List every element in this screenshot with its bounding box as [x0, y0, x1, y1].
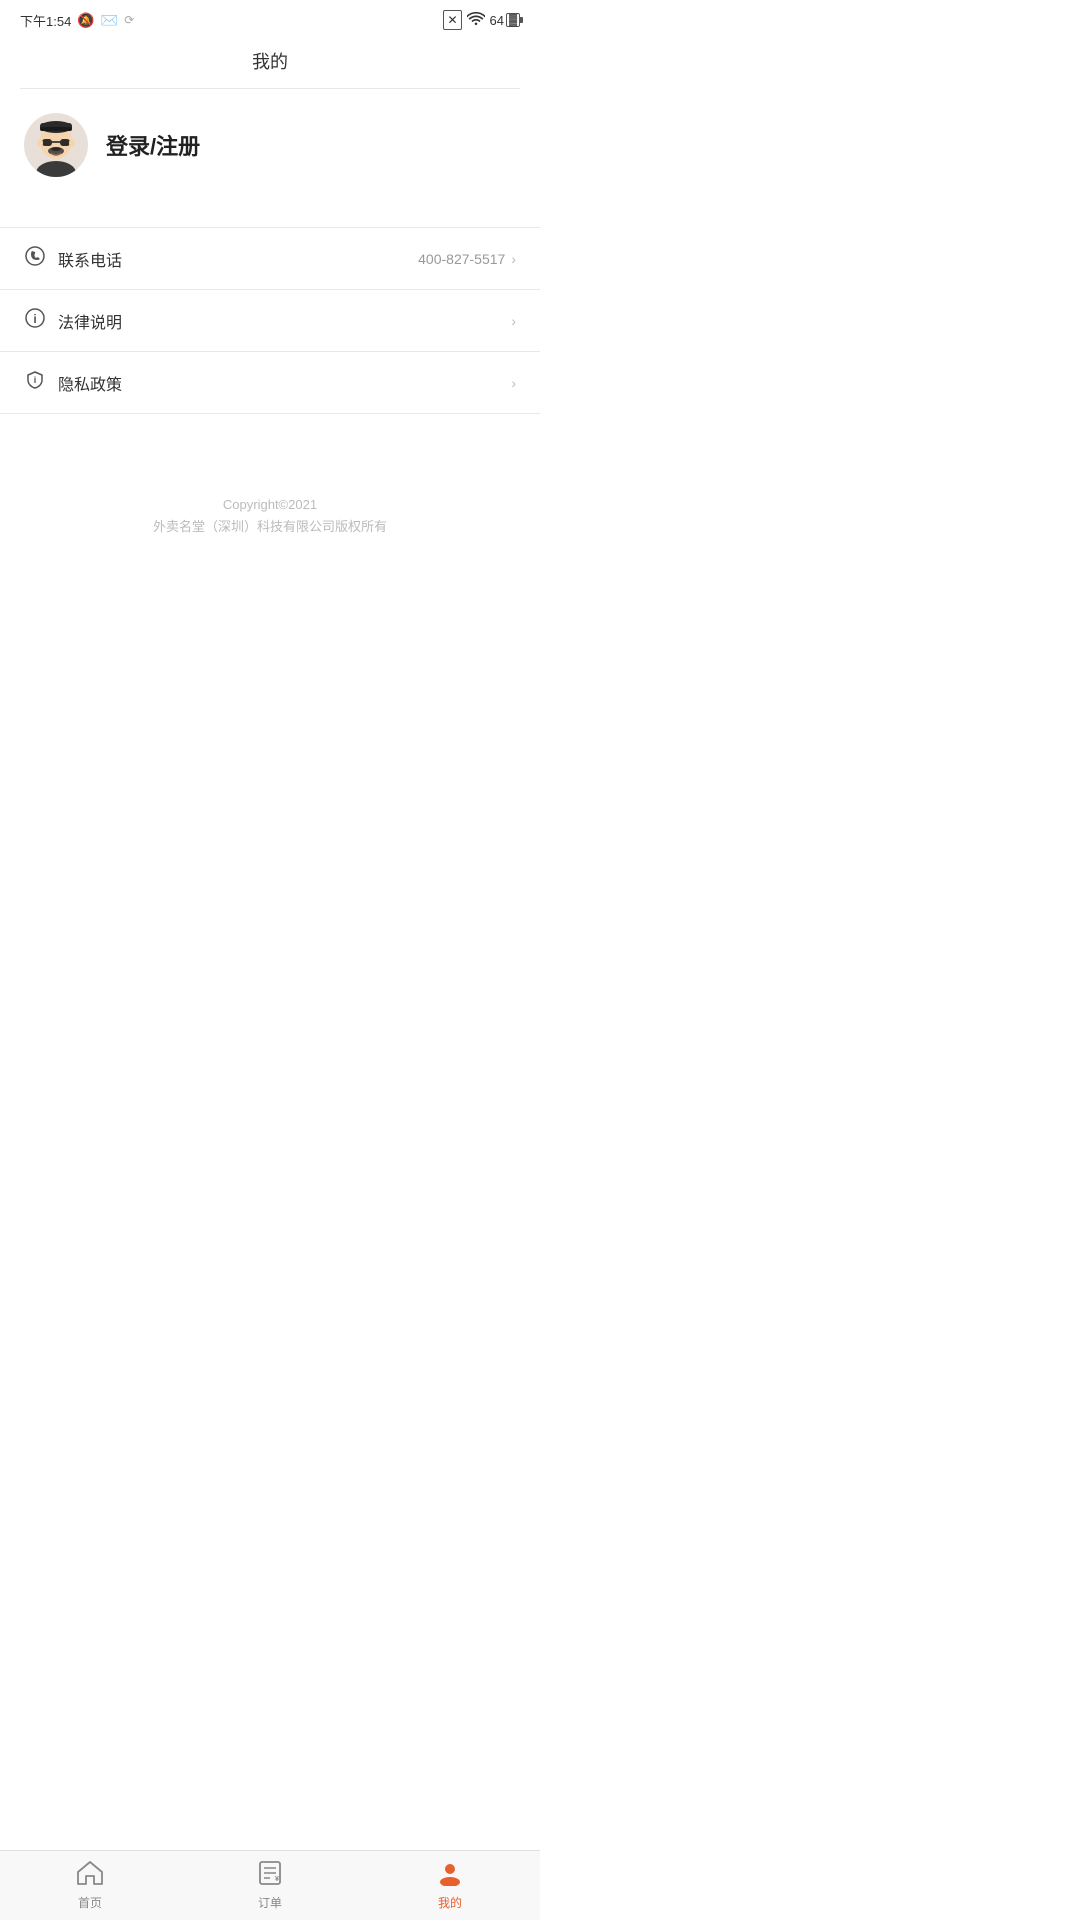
phone-value: 400-827-5517 [418, 251, 505, 267]
privacy-icon: i [24, 370, 46, 395]
menu-list: 联系电话 400-827-5517 › i 法律说明 › [0, 227, 540, 414]
svg-text:i: i [33, 312, 36, 326]
svg-text:i: i [34, 375, 37, 385]
svg-text:¥: ¥ [275, 1876, 279, 1883]
privacy-label: 隐私政策 [58, 371, 122, 395]
menu-item-legal[interactable]: i 法律说明 › [0, 290, 540, 352]
legal-icon: i [24, 308, 46, 333]
legal-label: 法律说明 [58, 309, 122, 333]
page-title: 我的 [0, 36, 540, 88]
profile-section[interactable]: 登录/注册 [0, 89, 540, 207]
wifi-icon [467, 12, 485, 29]
tab-home-label: 首页 [78, 1894, 102, 1911]
phone-label: 联系电话 [58, 247, 122, 271]
tab-order-label: 订单 [258, 1894, 282, 1911]
footer-line2: 外卖名堂（深圳）科技有限公司版权所有 [0, 516, 540, 538]
status-bar: 下午1:54 🔕 ✉️ ⟳ ✕ 64 ▓ [0, 0, 540, 36]
close-icon: ✕ [443, 10, 461, 30]
time-display: 下午1:54 [20, 11, 71, 30]
battery-display: 64 ▓ [490, 13, 521, 28]
mute-icon: 🔕 [77, 12, 94, 29]
menu-item-phone[interactable]: 联系电话 400-827-5517 › [0, 227, 540, 290]
tab-order[interactable]: ¥ 订单 [180, 1860, 360, 1911]
phone-chevron: › [511, 251, 516, 267]
notification-icon: ✉️ [101, 12, 118, 29]
home-icon [76, 1860, 104, 1890]
privacy-chevron: › [511, 375, 516, 391]
sync-icon: ⟳ [124, 13, 134, 27]
menu-item-privacy[interactable]: i 隐私政策 › [0, 352, 540, 414]
avatar [24, 113, 88, 177]
footer: Copyright©2021 外卖名堂（深圳）科技有限公司版权所有 [0, 494, 540, 538]
legal-chevron: › [511, 313, 516, 329]
phone-icon [24, 246, 46, 271]
user-icon [436, 1860, 464, 1890]
footer-line1: Copyright©2021 [0, 494, 540, 516]
tab-bar: 首页 ¥ 订单 我的 [0, 1850, 540, 1920]
tab-mine[interactable]: 我的 [360, 1860, 540, 1911]
order-icon: ¥ [256, 1860, 284, 1890]
tab-mine-label: 我的 [438, 1894, 462, 1911]
login-register-text[interactable]: 登录/注册 [106, 129, 200, 161]
tab-home[interactable]: 首页 [0, 1860, 180, 1911]
